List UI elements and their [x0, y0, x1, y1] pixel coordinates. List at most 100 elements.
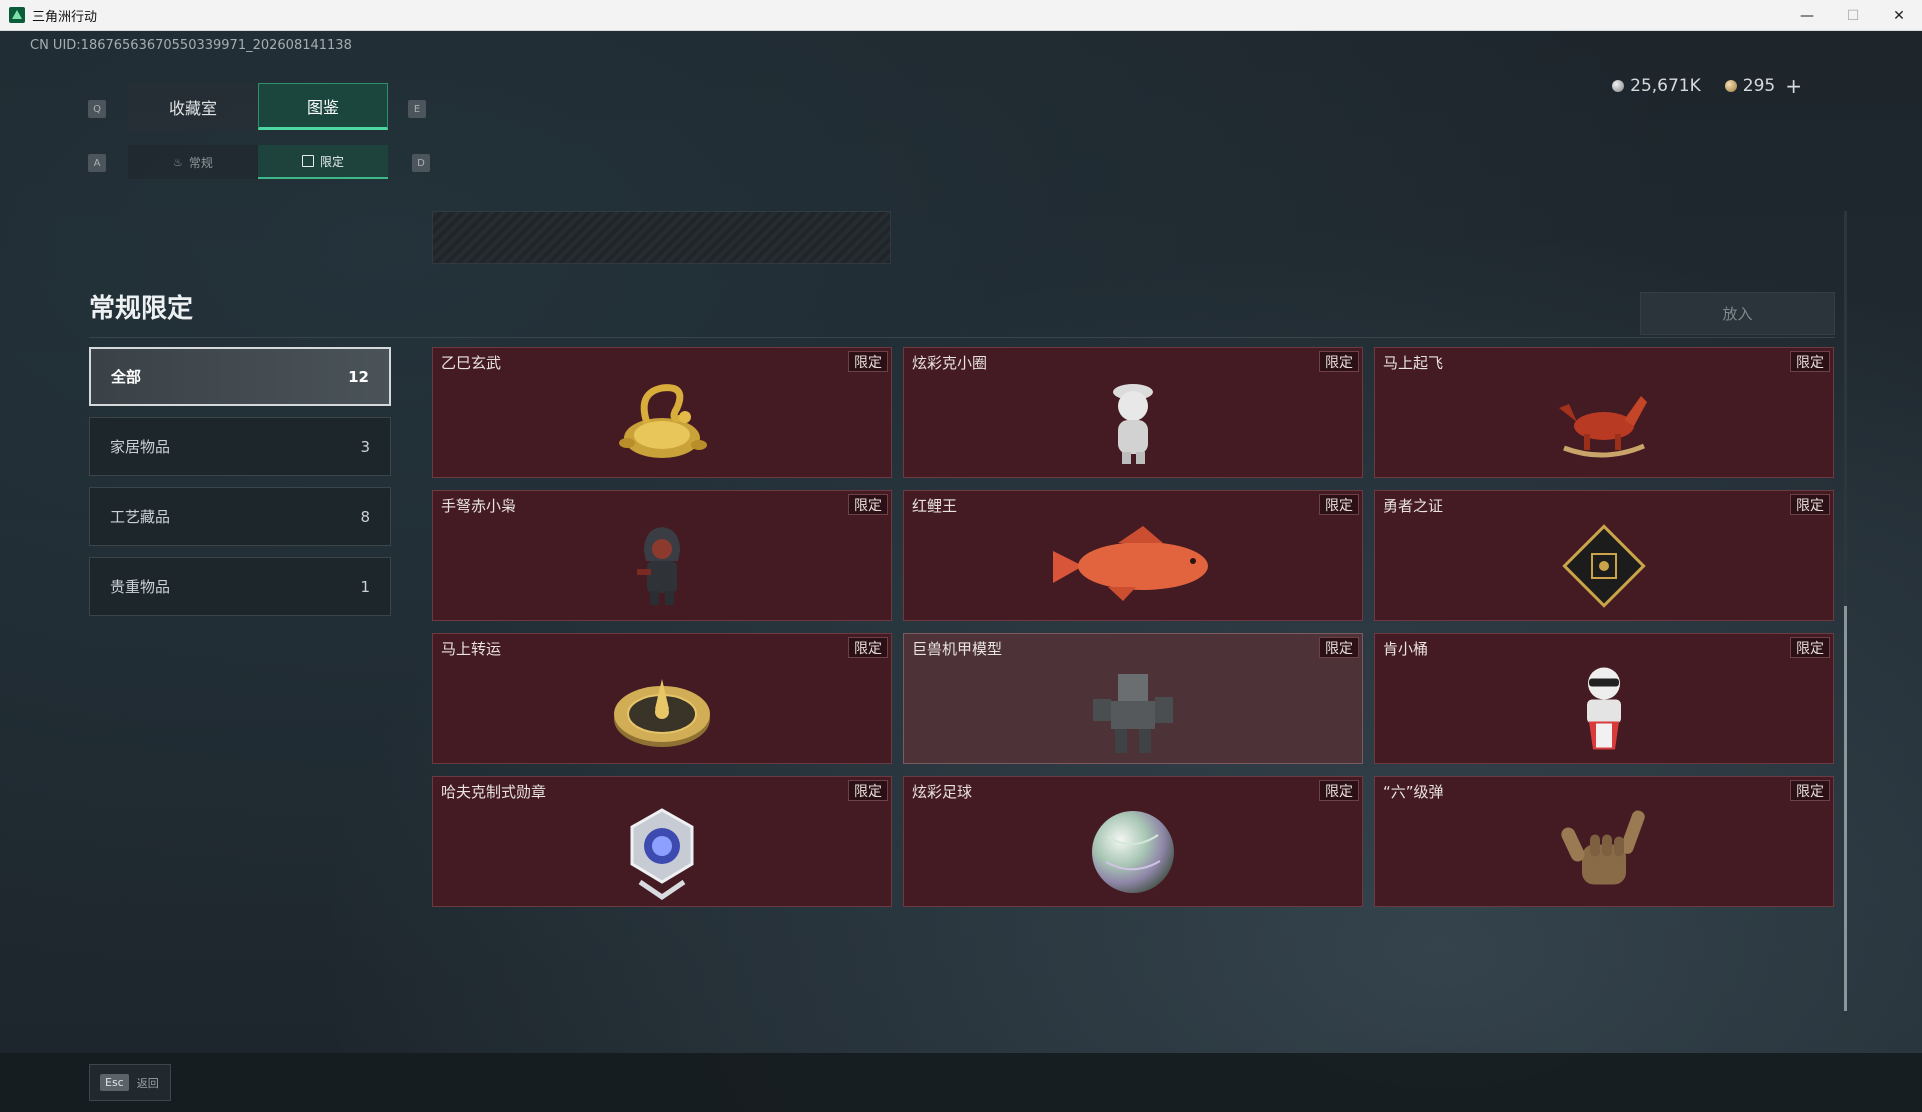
limited-badge: 限定: [1319, 351, 1359, 372]
key-hint-e: E: [408, 100, 426, 118]
red-carp-icon: [1053, 525, 1208, 601]
divider: [89, 337, 1835, 338]
category-count: 1: [360, 577, 370, 596]
game-area: CN UID:18676563670550339971_202608141138…: [0, 31, 1922, 1112]
silver-amount: 25,671K: [1630, 76, 1701, 96]
gold-coin-icon: [1724, 80, 1737, 92]
tab-codex[interactable]: 图鉴: [258, 83, 388, 130]
red-horse-icon: [1559, 395, 1647, 458]
item-card[interactable]: 巨兽机甲模型 限定: [903, 633, 1363, 764]
scrollbar-thumb[interactable]: [1844, 606, 1847, 1011]
close-button[interactable]: ✕: [1876, 0, 1922, 31]
category-label: 贵重物品: [110, 578, 171, 596]
category-list: 全部 12 家居物品 3 工艺藏品 8 贵重物品 1: [89, 347, 391, 627]
back-label: 返回: [136, 1076, 159, 1090]
item-card[interactable]: 肯小桶 限定: [1374, 633, 1834, 764]
iridescent-ball-icon: [1092, 810, 1174, 893]
limited-badge: 限定: [848, 637, 888, 658]
subtab-limited[interactable]: 限定: [258, 145, 388, 179]
item-name: 炫彩足球: [912, 783, 973, 801]
category-label: 工艺藏品: [110, 508, 171, 526]
limited-badge: 限定: [1790, 780, 1830, 801]
put-in-button[interactable]: 放入: [1640, 292, 1835, 335]
item-name: 炫彩克小圈: [912, 354, 988, 372]
diamond-card-icon: [1562, 524, 1646, 608]
currency-bar: 25,671K 295 +: [1612, 71, 1802, 101]
maximize-button[interactable]: ☐: [1830, 0, 1876, 31]
gold-currency: 295 +: [1724, 74, 1802, 98]
item-name: 乙巳玄武: [441, 354, 502, 372]
picture-icon: [301, 155, 314, 167]
item-card[interactable]: 炫彩克小圈 限定: [903, 347, 1363, 478]
app-logo-icon: [9, 7, 25, 23]
item-card[interactable]: 红鲤王 限定: [903, 490, 1363, 621]
golden-wheel-icon: [614, 678, 710, 747]
category-count: 3: [360, 437, 370, 456]
item-card[interactable]: 乙巳玄武 限定: [432, 347, 892, 478]
white-figurine-icon: [1113, 383, 1153, 464]
item-card[interactable]: 勇者之证 限定: [1374, 490, 1834, 621]
item-name: 勇者之证: [1383, 497, 1444, 515]
category-label: 全部: [111, 368, 142, 386]
hatched-banner: [432, 211, 891, 264]
limited-badge: 限定: [1790, 637, 1830, 658]
category-valuables[interactable]: 贵重物品 1: [89, 557, 391, 616]
back-button[interactable]: Esc 返回: [89, 1064, 171, 1101]
silver-currency: 25,671K: [1612, 76, 1701, 96]
key-hint-d: D: [412, 154, 430, 172]
add-currency-button[interactable]: +: [1785, 74, 1802, 98]
key-hint-q: Q: [88, 100, 106, 118]
category-count: 8: [360, 507, 370, 526]
limited-badge: 限定: [1790, 351, 1830, 372]
category-craft[interactable]: 工艺藏品 8: [89, 487, 391, 546]
category-all[interactable]: 全部 12: [89, 347, 391, 406]
hooded-figure-icon: [637, 526, 680, 605]
category-label: 家居物品: [110, 438, 171, 456]
minimize-button[interactable]: —: [1784, 0, 1830, 31]
item-name: 哈夫克制式勋章: [441, 783, 547, 801]
limited-badge: 限定: [1319, 494, 1359, 515]
mech-model-icon: [1093, 673, 1173, 753]
limited-badge: 限定: [1319, 637, 1359, 658]
category-home[interactable]: 家居物品 3: [89, 417, 391, 476]
item-name: 马上转运: [441, 640, 502, 658]
key-hint-a: A: [88, 154, 106, 172]
page-title: 常规限定: [89, 294, 194, 324]
item-card[interactable]: 手弩赤小枭 限定: [432, 490, 892, 621]
golden-turtle-snake-icon: [619, 383, 707, 458]
item-card[interactable]: 炫彩足球 限定: [903, 776, 1363, 907]
item-name: 巨兽机甲模型: [912, 640, 1003, 658]
item-card[interactable]: 哈夫克制式勋章 限定: [432, 776, 892, 907]
limited-badge: 限定: [1790, 494, 1830, 515]
subtab-regular[interactable]: ♨ 常规: [128, 145, 258, 179]
item-name: 马上起飞: [1383, 354, 1444, 372]
hand-sign-icon: [1561, 810, 1645, 885]
silver-coin-icon: [1612, 80, 1625, 92]
sub-tabs: ♨ 常规 限定: [128, 145, 388, 179]
item-card[interactable]: 马上起飞 限定: [1374, 347, 1834, 478]
item-name: 红鲤王: [912, 497, 958, 515]
esc-key-hint: Esc: [100, 1074, 129, 1091]
item-card[interactable]: “六”级弹 限定: [1374, 776, 1834, 907]
hex-medal-icon: [630, 808, 694, 900]
limited-badge: 限定: [1319, 780, 1359, 801]
item-grid: 乙巳玄武 限定 炫彩克小圈 限定 马上起飞 限定 手弩赤小枭 限定 红鲤王 限定…: [432, 347, 1834, 907]
tab-collection-room[interactable]: 收藏室: [128, 83, 258, 130]
limited-badge: 限定: [848, 780, 888, 801]
limited-badge: 限定: [848, 494, 888, 515]
item-card[interactable]: 马上转运 限定: [432, 633, 892, 764]
bottom-bar: Esc 返回: [0, 1053, 1922, 1112]
limited-badge: 限定: [848, 351, 888, 372]
uid-label: CN UID:18676563670550339971_202608141138: [30, 38, 352, 53]
window-titlebar: 三角洲行动 — ☐ ✕: [0, 0, 1922, 31]
category-count: 12: [348, 367, 369, 386]
bucket-figure-icon: [1587, 667, 1621, 750]
gold-amount: 295: [1742, 76, 1776, 96]
subtab-regular-label: 常规: [188, 155, 213, 170]
window-title: 三角洲行动: [32, 9, 98, 25]
main-tabs: 收藏室 图鉴: [128, 83, 388, 130]
flame-icon: ♨: [173, 155, 183, 169]
item-name: “六”级弹: [1383, 783, 1444, 801]
item-name: 手弩赤小枭: [441, 497, 517, 515]
subtab-limited-label: 限定: [319, 154, 344, 169]
